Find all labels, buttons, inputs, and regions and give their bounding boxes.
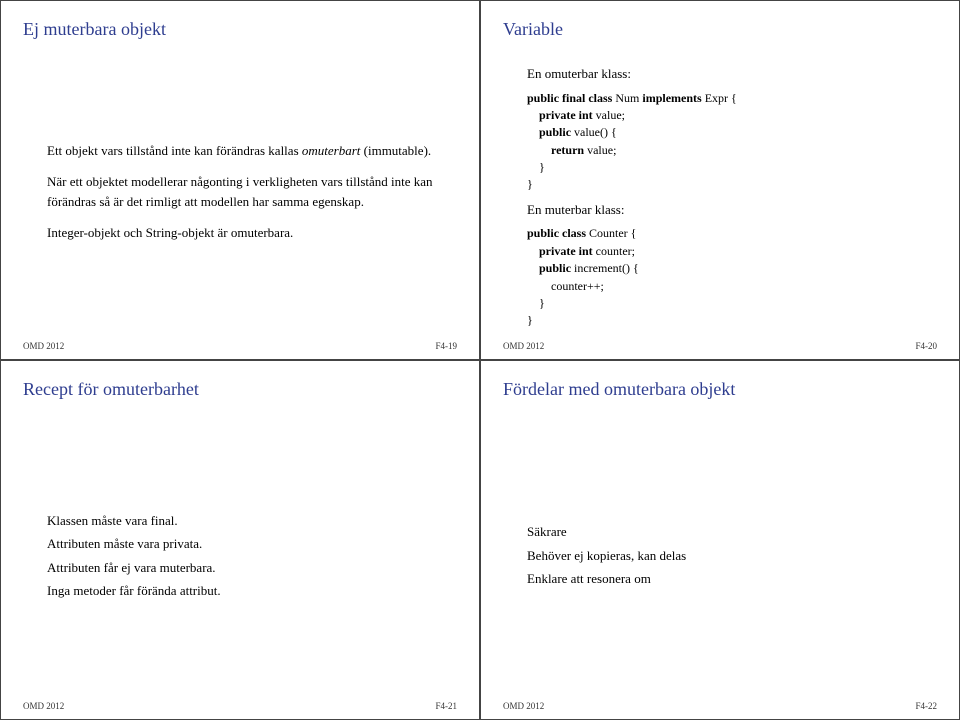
slide-footer: OMD 2012 F4-22	[503, 697, 937, 711]
slide-body: Ett objekt vars tillstånd inte kan förän…	[23, 58, 457, 337]
code-block: public class Counter { private int count…	[527, 225, 937, 329]
slide-bl: Recept för omuterbarhet Klassen måste va…	[0, 360, 480, 720]
subheading: En omuterbar klass:	[527, 64, 937, 84]
footer-right: F4-20	[915, 341, 937, 351]
list-item: Enklare att resonera om	[527, 569, 937, 589]
slide-footer: OMD 2012 F4-19	[23, 337, 457, 351]
list-item: Säkrare	[527, 522, 937, 542]
footer-left: OMD 2012	[23, 341, 64, 351]
footer-right: F4-21	[435, 701, 457, 711]
slide-body: En omuterbar klass: public final class N…	[503, 58, 937, 337]
footer-right: F4-19	[435, 341, 457, 351]
list-item: Attributen får ej vara muterbara.	[47, 558, 457, 578]
list-item: Inga metoder får förända attribut.	[47, 581, 457, 601]
footer-left: OMD 2012	[503, 701, 544, 711]
slide-footer: OMD 2012 F4-21	[23, 697, 457, 711]
slide-body: Klassen måste vara final. Attributen mås…	[23, 418, 457, 697]
slide-tr: Variable En omuterbar klass: public fina…	[480, 0, 960, 360]
footer-left: OMD 2012	[23, 701, 64, 711]
list-item: Behöver ej kopieras, kan delas	[527, 546, 937, 566]
slide-title: Ej muterbara objekt	[23, 19, 457, 40]
slide-tl: Ej muterbara objekt Ett objekt vars till…	[0, 0, 480, 360]
list-item: Attributen måste vara privata.	[47, 534, 457, 554]
slide-footer: OMD 2012 F4-20	[503, 337, 937, 351]
slide-title: Recept för omuterbarhet	[23, 379, 457, 400]
paragraph: Ett objekt vars tillstånd inte kan förän…	[47, 141, 457, 161]
slide-title: Variable	[503, 19, 937, 40]
footer-right: F4-22	[915, 701, 937, 711]
slide-body: Säkrare Behöver ej kopieras, kan delas E…	[503, 418, 937, 697]
code-block: public final class Num implements Expr {…	[527, 90, 937, 194]
slide-title: Fördelar med omuterbara objekt	[503, 379, 937, 400]
paragraph: När ett objektet modellerar någonting i …	[47, 172, 457, 211]
slide-br: Fördelar med omuterbara objekt Säkrare B…	[480, 360, 960, 720]
list-item: Klassen måste vara final.	[47, 511, 457, 531]
paragraph: Integer-objekt och String-objekt är omut…	[47, 223, 457, 243]
footer-left: OMD 2012	[503, 341, 544, 351]
subheading: En muterbar klass:	[527, 200, 937, 220]
